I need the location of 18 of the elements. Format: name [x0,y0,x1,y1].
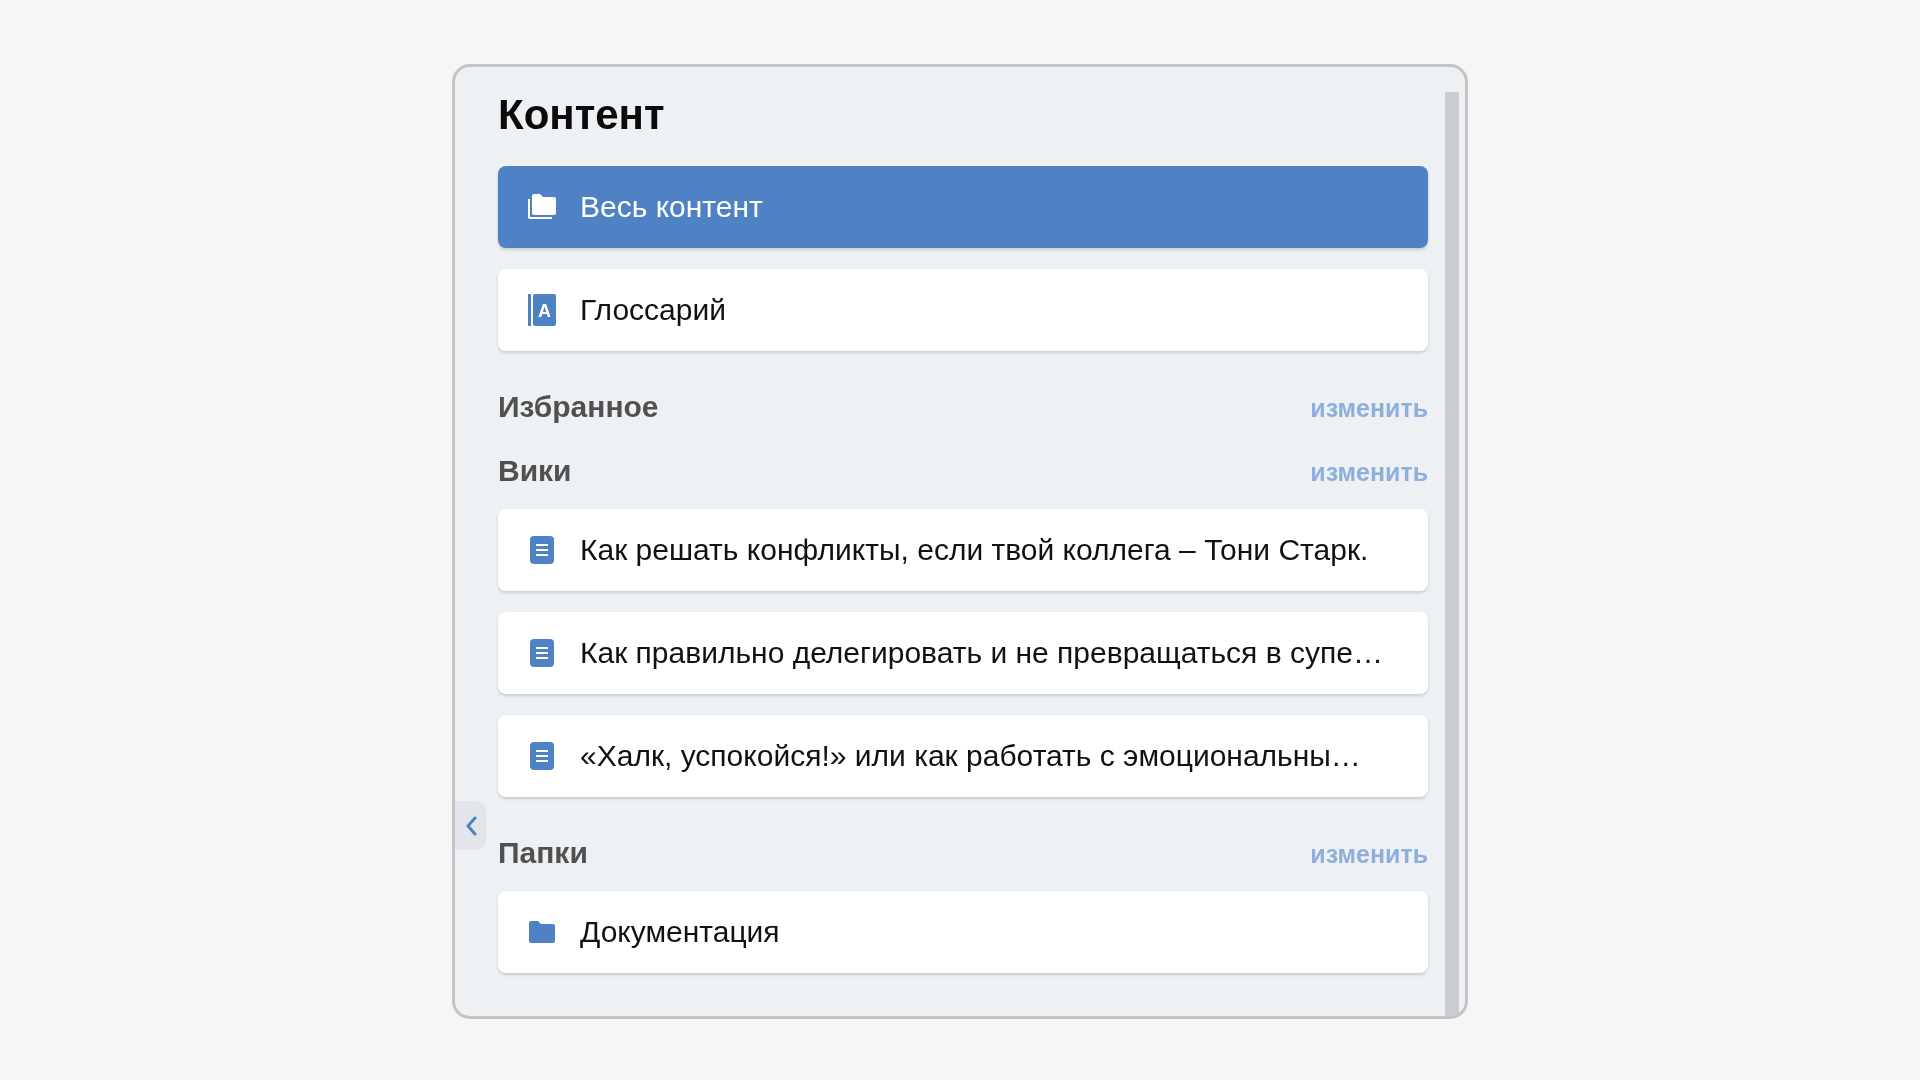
nav-item[interactable]: A Глоссарий [498,269,1428,351]
folders-icon [527,194,557,220]
section-title: Папки [498,835,588,871]
section-title: Вики [498,453,572,489]
nav-item[interactable]: Документация [498,891,1428,973]
scrollbar[interactable] [1445,92,1459,1016]
folder-icon [529,921,555,943]
nav-item[interactable]: Как решать конфликты, если твой коллега – Тони Старк. [498,509,1428,591]
panel-title: Контент [498,90,666,140]
chevron-left-icon [464,815,477,836]
document-icon [530,639,554,667]
document-icon [530,742,554,770]
nav-item[interactable]: Как правильно делегировать и не превращаться в супе… [498,612,1428,694]
document-icon [530,536,554,564]
nav-item[interactable]: «Халк, успокойся!» или как работать с эмоциональны… [498,715,1428,797]
nav-item[interactable]: Весь контент [498,166,1428,248]
section-title: Избранное [498,389,659,425]
collapse-button[interactable] [455,801,486,850]
